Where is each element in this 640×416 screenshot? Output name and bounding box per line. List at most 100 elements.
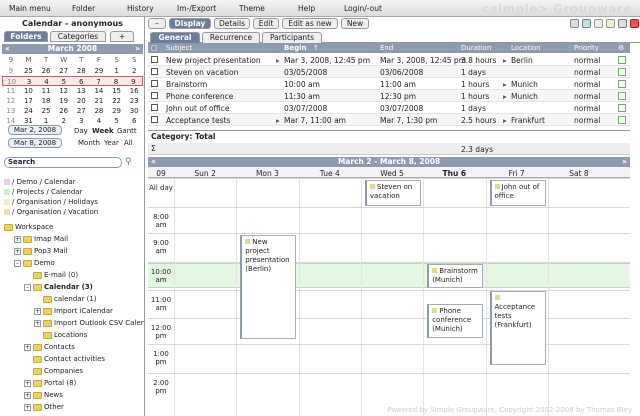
mini-calendar-day[interactable]: 15 (108, 86, 126, 96)
view-year[interactable]: Year (104, 139, 119, 147)
mini-calendar-day[interactable]: 1 (108, 66, 126, 76)
menu-login[interactable]: Login/-out (344, 4, 382, 13)
category-item[interactable]: / Projects / Calendar (4, 188, 82, 196)
folder-tree-item[interactable]: + Contacts (24, 343, 75, 351)
sort-asc-icon[interactable]: ↑ (313, 44, 319, 52)
edit-button[interactable]: Edit (253, 18, 279, 29)
view-gantt[interactable]: Gantt (117, 127, 137, 135)
row-checkbox[interactable] (151, 104, 158, 111)
print-icon[interactable] (618, 19, 627, 28)
table-row[interactable]: Phone conference 11:30 am 12:30 pm 1 hours M… (148, 90, 630, 102)
copy-icon[interactable] (594, 19, 603, 28)
tab-recurrence[interactable]: Recurrence (202, 32, 260, 43)
mini-calendar-day[interactable]: 7 (90, 77, 107, 86)
mini-calendar-day[interactable]: 24 (20, 106, 38, 116)
row-checkbox[interactable] (151, 80, 158, 87)
date-to-button[interactable]: Mar 8, 2008 (8, 138, 62, 148)
category-item[interactable]: / Organisation / Vacation (4, 208, 98, 216)
day-header[interactable]: Fri 7 (486, 169, 548, 178)
row-checkbox[interactable] (151, 116, 158, 123)
mini-calendar-weeknum[interactable]: 9 (2, 66, 20, 76)
mini-calendar-weeknum[interactable]: 13 (2, 106, 20, 116)
mini-calendar-day[interactable]: 11 (37, 86, 55, 96)
select-all-icon[interactable]: ▢ (151, 44, 158, 52)
menu-import-export[interactable]: Im-/Export (177, 4, 216, 13)
mini-calendar-day[interactable]: 16 (125, 86, 143, 96)
table-row[interactable]: Steven on vacation 03/05/2008 03/06/2008 1 … (148, 66, 630, 78)
mini-calendar-day[interactable]: 28 (90, 106, 108, 116)
collapse-icon[interactable]: - (24, 283, 31, 291)
day-header[interactable]: Tue 4 (299, 169, 361, 178)
mini-calendar-day[interactable]: 12 (55, 86, 73, 96)
search-icon[interactable]: ⚲ (125, 157, 132, 167)
paste-icon[interactable] (606, 19, 615, 28)
expand-icon[interactable]: + (14, 247, 21, 255)
edit-as-new-button[interactable]: Edit as new (282, 18, 338, 29)
date-from-button[interactable]: Mar 2, 2008 (8, 125, 62, 135)
calendar-event[interactable]: Phone conference (Munich) (427, 304, 484, 338)
mini-calendar-day[interactable]: 30 (125, 106, 143, 116)
settings-icon[interactable]: ⚙ (618, 44, 624, 52)
mini-calendar-day[interactable]: 29 (108, 106, 126, 116)
folder-tree-item[interactable]: + Portal (8) (24, 379, 76, 387)
mini-calendar-day[interactable]: 29 (90, 66, 108, 76)
tab-folders[interactable]: Folders (4, 31, 48, 42)
prev-week-icon[interactable]: « (151, 157, 156, 167)
view-day[interactable]: Day (74, 127, 88, 135)
folder-tree-item[interactable]: + Imap Mail (14, 235, 68, 243)
calendar-event[interactable]: John out of office (489, 180, 546, 206)
folder-tree-item[interactable]: + Import iCalendar (34, 307, 113, 315)
mini-calendar-day[interactable]: 5 (55, 77, 72, 86)
mini-calendar-weeknum[interactable]: 11 (2, 86, 20, 96)
folder-tree-item[interactable]: Companies (24, 367, 83, 375)
row-checkbox[interactable] (151, 92, 158, 99)
mini-calendar-day[interactable]: 17 (20, 96, 38, 106)
day-header[interactable]: Sun 2 (174, 169, 236, 178)
col-end[interactable]: End (380, 44, 393, 52)
table-row[interactable]: Acceptance tests Mar 7, 11:00 am ▸ Mar 7, 1… (148, 114, 630, 126)
tab-participants[interactable]: Participants (262, 32, 322, 43)
mini-calendar-day[interactable]: 5 (108, 116, 126, 126)
expand-icon[interactable]: + (24, 379, 31, 387)
day-header[interactable]: Thu 6 (423, 169, 485, 178)
tab-general[interactable]: General (150, 32, 200, 43)
mini-calendar-day[interactable]: 21 (90, 96, 108, 106)
calendar-event[interactable]: Steven on vacation (364, 180, 421, 206)
col-priority[interactable]: Priority (574, 44, 599, 52)
edit-icon[interactable] (618, 68, 626, 76)
next-month-icon[interactable]: » (135, 44, 140, 54)
mini-calendar-day[interactable]: 26 (37, 66, 55, 76)
col-location[interactable]: Location (511, 44, 541, 52)
table-row[interactable]: John out of office 03/07/2008 03/07/2008 1 … (148, 102, 630, 114)
folder-tree-item[interactable]: - Demo (14, 259, 55, 267)
folder-tree-item[interactable]: - Calendar (3) (24, 283, 93, 291)
expand-icon[interactable]: + (24, 403, 31, 411)
table-row[interactable]: New project presentation Mar 3, 2008, 12:… (148, 54, 630, 66)
folder-tree-item[interactable]: calendar (1) (34, 295, 97, 303)
expand-icon[interactable]: + (24, 343, 31, 351)
calendar-event[interactable]: New project presentation (Berlin) (240, 235, 297, 339)
row-checkbox[interactable] (151, 56, 158, 63)
calendar-event[interactable]: Acceptance tests (Frankfurt) (489, 291, 546, 365)
day-header[interactable]: Sat 8 (548, 169, 610, 178)
mini-calendar-day[interactable]: 25 (37, 106, 55, 116)
collapse-icon[interactable]: - (14, 259, 21, 267)
edit-icon[interactable] (618, 80, 626, 88)
folder-tree-item[interactable]: Locations (34, 331, 87, 339)
folder-tree-item[interactable]: + News (24, 391, 63, 399)
tab-categories[interactable]: Categories (50, 31, 106, 42)
mini-calendar-day[interactable]: 3 (20, 77, 37, 86)
details-button[interactable]: Details (214, 18, 250, 29)
mini-calendar-day[interactable]: 13 (73, 86, 91, 96)
prev-month-icon[interactable]: « (5, 44, 10, 54)
close-icon[interactable] (630, 19, 639, 28)
mini-calendar-day[interactable]: 4 (38, 77, 55, 86)
day-header[interactable]: Wed 5 (361, 169, 423, 178)
col-duration[interactable]: Duration (461, 44, 491, 52)
row-checkbox[interactable] (151, 68, 158, 75)
view-month[interactable]: Month (78, 139, 100, 147)
col-begin[interactable]: Begin (284, 44, 306, 52)
mini-calendar-day[interactable]: 6 (73, 77, 90, 86)
mini-calendar-day[interactable]: 23 (125, 96, 143, 106)
mini-calendar-day[interactable]: 28 (73, 66, 91, 76)
